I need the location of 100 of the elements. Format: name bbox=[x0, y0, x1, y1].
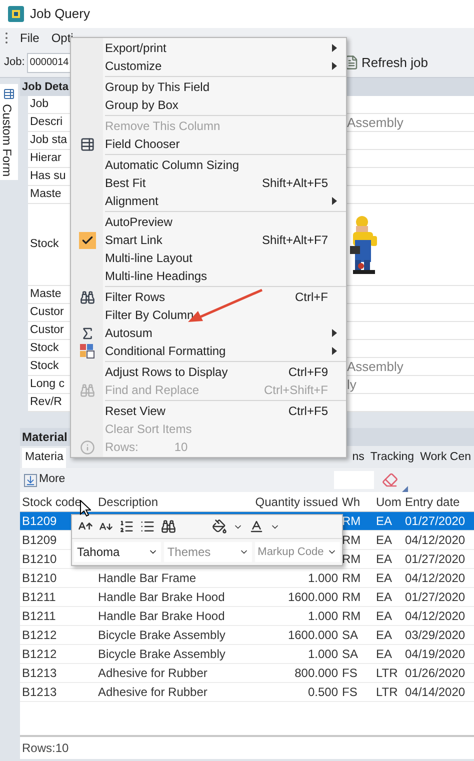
field-value: Assembly bbox=[347, 358, 404, 376]
menu-item-label: Best Fit bbox=[105, 175, 146, 192]
bullet-list-icon[interactable] bbox=[140, 519, 155, 534]
table-row[interactable]: B1211 Handle Bar Brake Hood 1.000 RM EA 04/12/2020 bbox=[20, 607, 474, 626]
field-label: Stock bbox=[30, 340, 59, 356]
shortcut-text: Shift+Alt+F5 bbox=[262, 175, 328, 192]
table-cell-text: Adhesive for Rubber bbox=[97, 684, 208, 701]
menu-item-label: Reset View bbox=[105, 403, 166, 420]
column-header[interactable]: Entry date bbox=[403, 492, 474, 510]
table-cell-text: B1211 bbox=[21, 608, 57, 625]
menu-item-label: AutoPreview bbox=[105, 214, 172, 231]
field-label: Rev/R bbox=[30, 394, 62, 410]
table-row[interactable]: B1210 Handle Bar Frame 1.000 RM EA 04/12/2020 bbox=[20, 569, 474, 588]
menu-item-label: Remove This Column bbox=[105, 118, 220, 135]
more-button[interactable]: More bbox=[22, 471, 68, 489]
menu-item[interactable]: Multi-line Layout bbox=[71, 249, 346, 267]
menu-item-label: Group by Box bbox=[105, 97, 178, 114]
grip-icon[interactable] bbox=[5, 32, 8, 44]
menu-item[interactable]: Adjust Rows to Display Ctrl+F9 bbox=[71, 363, 346, 381]
download-icon bbox=[24, 474, 37, 486]
table-cell-text: Adhesive for Rubber bbox=[97, 665, 208, 682]
menu-item[interactable]: Filter Rows Ctrl+F bbox=[71, 288, 346, 306]
menu-item[interactable]: Automatic Column Sizing bbox=[71, 156, 346, 174]
menu-item-label: Group by This Field bbox=[105, 79, 210, 96]
column-header[interactable]: Uom bbox=[375, 492, 403, 510]
table-cell-text: Bicycle Brake Assembly bbox=[97, 627, 226, 644]
binoculars-icon[interactable] bbox=[161, 519, 176, 534]
column-header[interactable]: Wh bbox=[340, 492, 375, 510]
fill-color-icon[interactable] bbox=[212, 519, 227, 534]
column-header[interactable]: Quantity issued bbox=[232, 492, 340, 510]
menu-item[interactable]: Reset View Ctrl+F5 bbox=[71, 402, 346, 420]
themes-dropdown[interactable]: Themes bbox=[164, 542, 252, 562]
menu-item-label: Multi-line Headings bbox=[105, 268, 208, 285]
table-cell-text: Handle Bar Brake Hood bbox=[97, 589, 226, 606]
menu-item-value: 10 bbox=[174, 439, 188, 456]
menu-item-label: Autosum bbox=[105, 325, 152, 342]
field-label: Custor bbox=[30, 322, 64, 338]
table-row[interactable]: B1213 Adhesive for Rubber 0.500 FS LTR 04/14/2020 bbox=[20, 683, 474, 702]
table-cell-text: EA bbox=[375, 627, 394, 644]
field-label: Maste bbox=[30, 186, 62, 202]
eraser-icon[interactable] bbox=[382, 472, 398, 488]
table-cell-text: RM bbox=[341, 608, 362, 625]
side-tab[interactable]: Custom Form bbox=[0, 84, 18, 180]
table-cell-text: EA bbox=[375, 646, 394, 663]
table-row[interactable]: B1212 Bicycle Brake Assembly 1600.000 SA EA 03/29/2020 bbox=[20, 626, 474, 645]
table-cell-text: EA bbox=[375, 570, 394, 587]
markup-dropdown[interactable]: Markup Code bbox=[254, 542, 340, 562]
table-cell-text: LTR bbox=[375, 665, 399, 682]
binoculars-icon bbox=[80, 382, 94, 398]
column-header[interactable]: Description bbox=[92, 492, 232, 510]
dropdown-value: Tahoma bbox=[77, 544, 120, 561]
tab[interactable]: Tracking bbox=[367, 448, 418, 468]
menu-item-label: Export/print bbox=[105, 40, 166, 57]
menu-item-label: Automatic Column Sizing bbox=[105, 157, 240, 174]
font-dropdown[interactable]: Tahoma bbox=[74, 542, 162, 562]
menu-item-label: Smart Link bbox=[105, 232, 162, 249]
menu-item[interactable]: Group by Box bbox=[71, 96, 346, 114]
field-label: Descri bbox=[30, 114, 63, 130]
menu-bar-item[interactable]: File bbox=[20, 29, 40, 47]
table-row[interactable]: B1211 Handle Bar Brake Hood 1600.000 RM EA 01/27/2020 bbox=[20, 588, 474, 607]
field-label: Custor bbox=[30, 304, 64, 320]
field-label: Job bbox=[30, 96, 49, 112]
shortcut-text: Ctrl+F5 bbox=[288, 403, 328, 420]
menu-item[interactable]: Field Chooser bbox=[71, 135, 346, 153]
table-row[interactable]: B1212 Bicycle Brake Assembly 1.000 SA EA 04/19/2020 bbox=[20, 645, 474, 664]
field-label: Maste bbox=[30, 286, 62, 302]
side-tab-label: Custom Form bbox=[2, 104, 15, 176]
status-text: Rows:10 bbox=[21, 740, 70, 757]
table-cell-text: 04/12/2020 bbox=[404, 570, 466, 587]
menu-item[interactable]: AutoPreview bbox=[71, 213, 346, 231]
menu-item[interactable]: Autosum bbox=[71, 324, 346, 342]
table-cell-text: SA bbox=[341, 646, 360, 663]
table-row[interactable]: B1213 Adhesive for Rubber 800.000 FS LTR 01/26/2020 bbox=[20, 664, 474, 683]
dropdown-corner-icon[interactable] bbox=[402, 486, 408, 492]
tab[interactable]: Materia bbox=[22, 448, 66, 468]
menu-item[interactable]: Best Fit Shift+Alt+F5 bbox=[71, 174, 346, 192]
menu-item[interactable]: Conditional Formatting bbox=[71, 342, 346, 360]
menu-item[interactable]: Filter By Column bbox=[71, 306, 346, 324]
menu-item[interactable]: Smart Link Shift+Alt+F7 bbox=[71, 231, 346, 249]
table-cell-text: FS bbox=[341, 684, 358, 701]
shortcut-text: Shift+Alt+F7 bbox=[262, 232, 328, 249]
binoculars-icon bbox=[80, 290, 94, 304]
table-cell-text: B1209 bbox=[21, 513, 58, 530]
font-color-icon[interactable] bbox=[249, 519, 264, 534]
table-cell-text: Handle Bar Frame bbox=[97, 570, 198, 587]
tab[interactable]: ns bbox=[349, 448, 368, 468]
job-label: Job: bbox=[4, 55, 25, 70]
table-cell-text: B1213 bbox=[21, 684, 58, 701]
table-cell-text: B1210 bbox=[21, 570, 58, 587]
menu-item-label: Field Chooser bbox=[105, 136, 180, 153]
menu-item[interactable]: Alignment bbox=[71, 192, 346, 210]
table-cell-text: 1.000 bbox=[306, 608, 339, 625]
tab[interactable]: Work Cen bbox=[417, 448, 474, 468]
table-cell-text: 01/27/2020 bbox=[404, 589, 466, 606]
numbered-list-icon[interactable] bbox=[119, 519, 134, 534]
menu-item-label: Clear Sort Items bbox=[105, 421, 192, 438]
menu-item[interactable]: Group by This Field bbox=[71, 78, 346, 96]
menu-item[interactable]: Multi-line Headings bbox=[71, 267, 346, 285]
column-header[interactable]: Stock code bbox=[20, 492, 92, 510]
menu-item-label: Alignment bbox=[105, 193, 158, 210]
